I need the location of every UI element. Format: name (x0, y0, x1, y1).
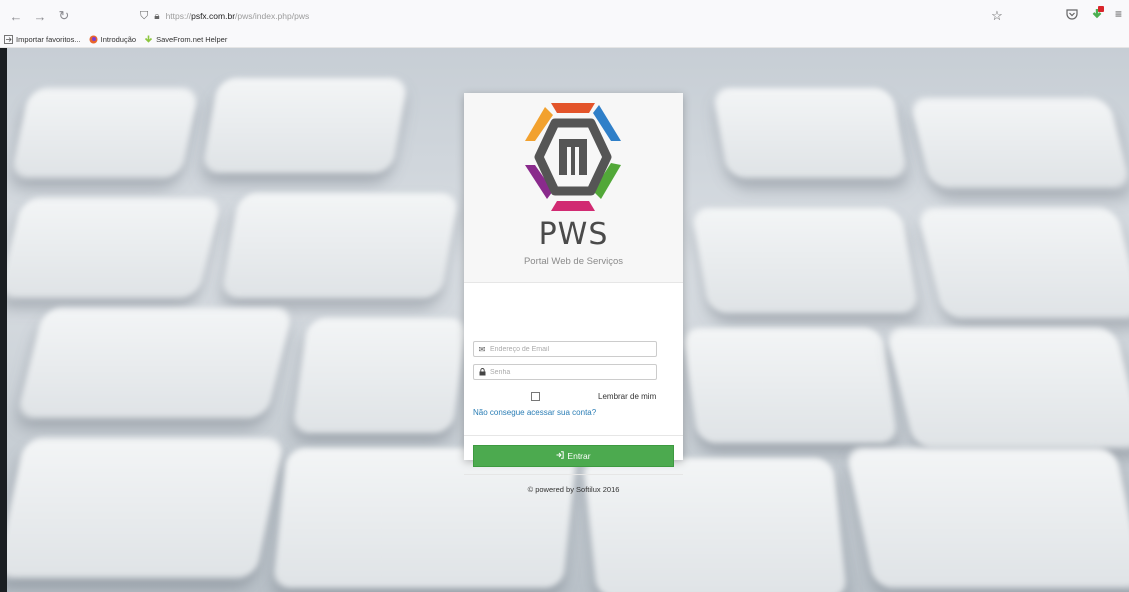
lock-icon (474, 365, 490, 379)
nav-buttons: ← → ↻ (6, 6, 74, 26)
bookmark-savefrom[interactable]: SaveFrom.net Helper (144, 35, 227, 44)
remember-me-label: Lembrar de mim (598, 392, 657, 401)
hamburger-menu-icon[interactable]: ≡ (1115, 7, 1125, 21)
login-header: PWS Portal Web de Serviços (464, 93, 683, 283)
lock-icon[interactable]: 🔒︎ (154, 11, 159, 22)
password-field[interactable] (473, 364, 657, 380)
import-icon (4, 35, 13, 44)
left-edge (0, 48, 7, 592)
envelope-icon: ✉ (478, 344, 486, 354)
sign-in-icon (556, 451, 565, 461)
enter-button[interactable]: Entrar (473, 445, 674, 467)
forward-arrow-icon[interactable]: → (30, 6, 50, 26)
firefox-icon (89, 35, 98, 44)
toolbar-right: ≡ (1065, 6, 1125, 22)
email-input[interactable] (490, 345, 656, 353)
remember-me-checkbox[interactable] (531, 392, 540, 401)
savefrom-extension-icon[interactable] (1089, 6, 1105, 22)
savefrom-icon (144, 35, 153, 43)
bookmarks-bar: Importar favoritos... Introdução SaveFro… (0, 32, 1129, 48)
bookmark-star-icon[interactable]: ☆ (988, 7, 1006, 25)
enter-button-label: Entrar (567, 451, 591, 461)
login-card: PWS Portal Web de Serviços ✉ Lembrar de … (464, 93, 683, 494)
divider (464, 435, 683, 436)
divider (464, 474, 683, 475)
forgot-account-link[interactable]: Não consegue acessar sua conta? (473, 408, 596, 417)
bookmark-import[interactable]: Importar favoritos... (4, 35, 81, 44)
address-bar[interactable]: ⛉ 🔒︎ https://psfx.com.br/pws/index.php/p… (140, 6, 1020, 26)
browser-toolbar: ← → ↻ ⛉ 🔒︎ https://psfx.com.br/pws/index… (0, 0, 1129, 32)
tracking-shield-icon[interactable]: ⛉ (140, 10, 148, 23)
brand-subtitle: Portal Web de Serviços (523, 256, 624, 267)
back-arrow-icon[interactable]: ← (6, 6, 26, 26)
url-text[interactable]: https://psfx.com.br/pws/index.php/pws (166, 11, 310, 21)
pws-logo-icon (525, 103, 621, 211)
reload-icon[interactable]: ↻ (54, 6, 74, 26)
email-field[interactable]: ✉ (473, 341, 657, 357)
powered-by-footer: © powered by Softilux 2016 (527, 485, 620, 494)
pocket-icon[interactable] (1065, 7, 1079, 21)
password-input[interactable] (490, 368, 656, 376)
page-content: PWS Portal Web de Serviços ✉ Lembrar de … (0, 48, 1129, 592)
brand-title: PWS (538, 217, 609, 252)
bookmark-introducao[interactable]: Introdução (89, 35, 136, 44)
